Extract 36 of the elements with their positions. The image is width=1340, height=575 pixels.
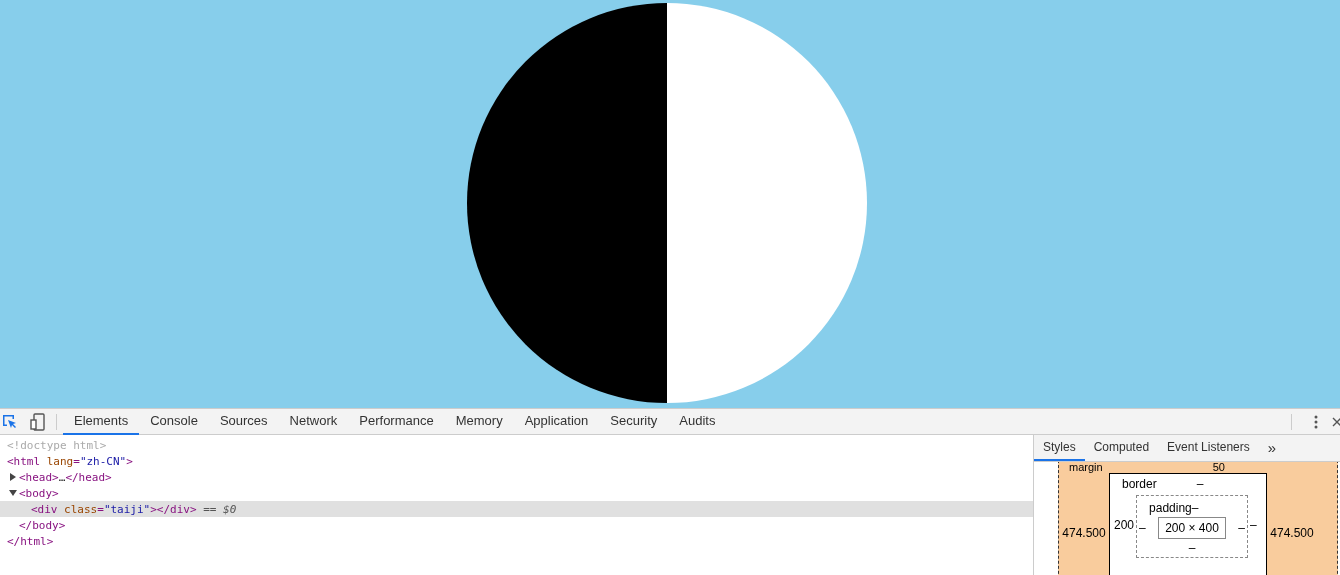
- box-value: 200: [1114, 517, 1135, 532]
- box-value: –: [1238, 521, 1246, 535]
- code-line[interactable]: <html lang="zh-CN">: [7, 454, 133, 468]
- box-value: –: [1191, 501, 1199, 515]
- panel-tab[interactable]: Security: [599, 408, 669, 435]
- code-line[interactable]: </html>: [7, 534, 54, 548]
- code-line[interactable]: <head>…</head>: [19, 470, 112, 484]
- inspect-icon[interactable]: [2, 413, 18, 430]
- box-value: –: [1250, 517, 1257, 532]
- panel-tab[interactable]: Sources: [208, 408, 279, 435]
- box-value: 474.500: [1061, 526, 1107, 540]
- box-value: 50: [1212, 462, 1225, 473]
- panel-tab[interactable]: Memory: [444, 408, 514, 435]
- sidebar-tab[interactable]: Computed: [1084, 435, 1159, 461]
- more-tabs-button[interactable]: »: [1258, 435, 1286, 461]
- device-icon[interactable]: [30, 412, 46, 431]
- sidebar-tab[interactable]: Event Listeners: [1158, 435, 1259, 461]
- box-value: –: [1188, 541, 1196, 555]
- close-icon[interactable]: [1332, 416, 1340, 427]
- box-label: margin: [1069, 462, 1103, 473]
- content-box: 200 × 400: [1158, 517, 1226, 539]
- panel-tab[interactable]: Application: [513, 408, 600, 435]
- panel-tab[interactable]: Performance: [348, 408, 445, 435]
- box-label: border: [1122, 477, 1157, 491]
- box-value: –: [1196, 477, 1204, 491]
- code-line[interactable]: <div class="taiji"></div> == $0: [31, 502, 237, 516]
- panel-tab[interactable]: Network: [278, 408, 349, 435]
- panel-tab[interactable]: Elements: [63, 408, 140, 435]
- box-value: –: [1139, 521, 1146, 535]
- code-line[interactable]: </body>: [19, 518, 66, 532]
- panel-tab[interactable]: Audits: [668, 408, 727, 435]
- panel-tab[interactable]: Console: [139, 408, 209, 435]
- box-value: 474.500: [1269, 526, 1315, 540]
- box-label: padding: [1149, 501, 1192, 515]
- more-icon[interactable]: [1314, 414, 1318, 429]
- code-line[interactable]: <body>: [19, 486, 59, 500]
